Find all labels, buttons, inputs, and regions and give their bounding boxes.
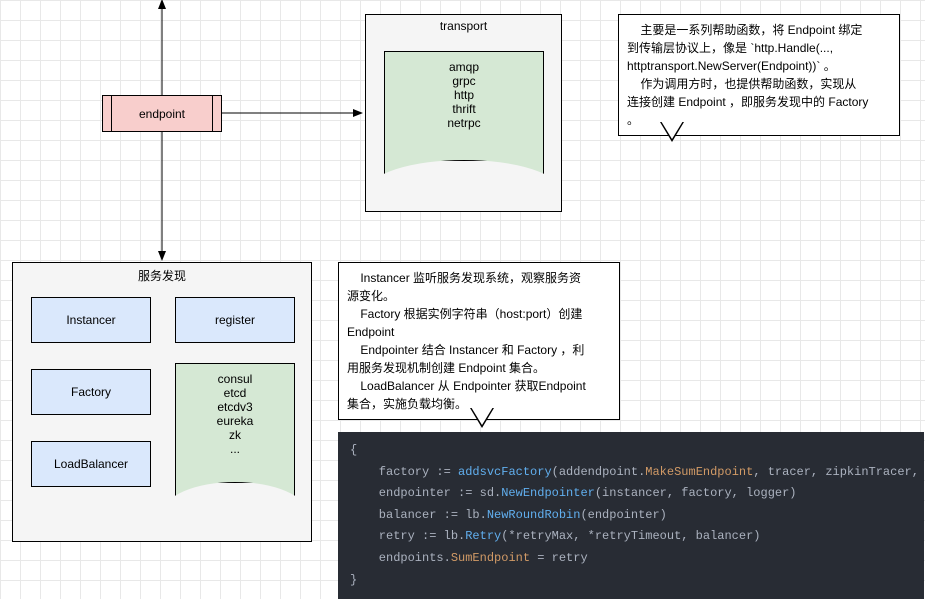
discovery-container: 服务发现 Instancer Factory LoadBalancer regi… <box>12 262 312 542</box>
callout-discovery: Instancer 监听服务发现系统，观察服务资 源变化。 Factory 根据… <box>338 262 620 420</box>
discovery-title: 服务发现 <box>13 263 311 288</box>
register-box: register <box>175 297 295 343</box>
callout-tail-1 <box>660 122 684 142</box>
transport-item: amqp <box>385 60 543 74</box>
loadbalancer-box: LoadBalancer <box>31 441 151 487</box>
transport-impl-box: amqp grpc http thrift netrpc <box>384 51 544 191</box>
impl-item: zk <box>176 428 294 442</box>
instancer-box: Instancer <box>31 297 151 343</box>
impl-item: etcdv3 <box>176 400 294 414</box>
transport-item: netrpc <box>385 116 543 130</box>
discovery-impl-box: consul etcd etcdv3 eureka zk ... <box>175 363 295 513</box>
transport-item: grpc <box>385 74 543 88</box>
transport-title: transport <box>366 15 561 37</box>
endpoint-box: endpoint <box>102 95 222 132</box>
impl-item: ... <box>176 442 294 456</box>
code-block: { factory := addsvcFactory(addendpoint.M… <box>338 432 924 599</box>
transport-container: transport amqp grpc http thrift netrpc <box>365 14 562 212</box>
impl-item: consul <box>176 372 294 386</box>
transport-item: http <box>385 88 543 102</box>
callout-transport: 主要是一系列帮助函数，将 Endpoint 绑定 到传输层协议上，像是 `htt… <box>618 14 900 136</box>
transport-item: thrift <box>385 102 543 116</box>
endpoint-label: endpoint <box>139 107 185 121</box>
callout-tail-2 <box>470 408 494 428</box>
factory-box: Factory <box>31 369 151 415</box>
impl-item: eureka <box>176 414 294 428</box>
impl-item: etcd <box>176 386 294 400</box>
